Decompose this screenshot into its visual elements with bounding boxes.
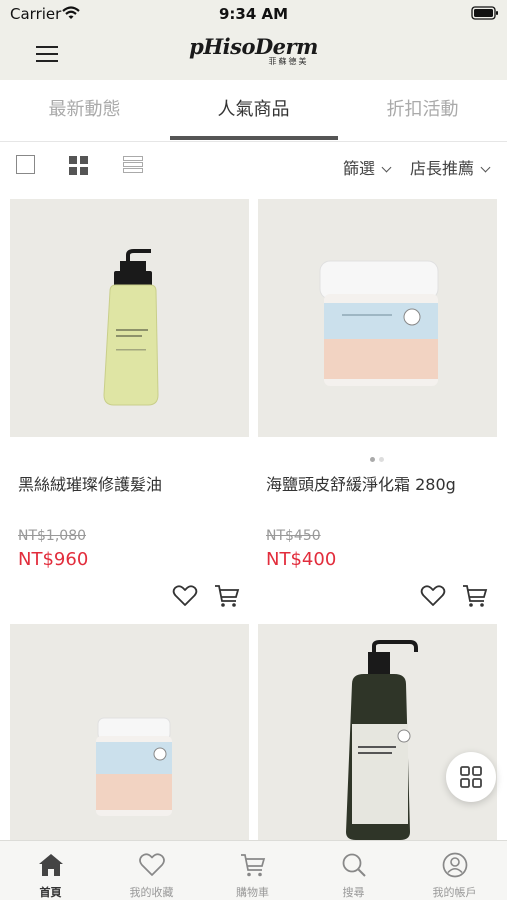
- cart-icon[interactable]: [213, 583, 241, 609]
- product-card[interactable]: 黑絲絨璀璨修護髮油 NT$1,080 NT$960: [10, 199, 249, 619]
- tab-indicator: [170, 136, 338, 140]
- list-view-icon[interactable]: [123, 156, 143, 174]
- brand-subtitle: 菲蘇德美: [268, 57, 309, 66]
- apps-grid-icon: [460, 766, 482, 788]
- nav-home[interactable]: 首頁: [0, 841, 101, 900]
- sort-button[interactable]: 店長推薦: [410, 155, 491, 179]
- heart-icon[interactable]: [172, 584, 198, 608]
- shampoo-bottle-image: [346, 640, 418, 840]
- account-icon: [442, 852, 468, 878]
- product-image[interactable]: [10, 624, 249, 840]
- original-price: NT$450: [266, 528, 321, 544]
- floating-menu-button[interactable]: [446, 752, 496, 802]
- filter-bar: 篩選 店長推薦: [0, 142, 507, 188]
- product-image[interactable]: [258, 624, 497, 840]
- scrub-jar-image: [319, 260, 439, 386]
- tab-latest[interactable]: 最新動態: [0, 80, 169, 142]
- tab-popular[interactable]: 人氣商品: [169, 80, 338, 142]
- sale-price: NT$960: [18, 549, 89, 570]
- nav-search[interactable]: 搜尋: [303, 841, 404, 900]
- product-card[interactable]: [258, 624, 497, 840]
- nav-account[interactable]: 我的帳戶: [404, 841, 505, 900]
- small-jar-image: [96, 717, 172, 816]
- heart-icon: [139, 853, 165, 876]
- chevron-down-icon: [381, 162, 392, 173]
- chevron-down-icon: [480, 162, 491, 173]
- tab-discount[interactable]: 折扣活動: [338, 80, 507, 142]
- status-time: 9:34 AM: [218, 5, 289, 23]
- brand-logo[interactable]: pHisoDerm 菲蘇德美: [0, 34, 507, 67]
- battery-icon: [471, 6, 498, 20]
- category-tabs: 最新動態 人氣商品 折扣活動: [0, 80, 507, 142]
- cart-icon: [241, 854, 266, 877]
- app-header: pHisoDerm 菲蘇德美: [0, 28, 507, 80]
- product-image[interactable]: [10, 199, 249, 437]
- product-card[interactable]: [10, 624, 249, 840]
- search-icon: [342, 853, 366, 877]
- sale-price: NT$400: [266, 549, 337, 570]
- product-image[interactable]: [258, 199, 497, 437]
- image-pagination-dots: [368, 447, 386, 466]
- filter-button[interactable]: 篩選: [343, 155, 392, 179]
- bottom-nav: 首頁 我的收藏 購物車 搜尋 我的帳戶: [0, 840, 507, 900]
- cart-icon[interactable]: [461, 583, 489, 609]
- product-card[interactable]: 海鹽頭皮舒緩淨化霜 280g NT$450 NT$400: [258, 199, 497, 619]
- grid-view-icon[interactable]: [69, 156, 88, 175]
- heart-icon[interactable]: [420, 584, 446, 608]
- status-bar: Carrier 9:34 AM: [0, 0, 507, 28]
- original-price: NT$1,080: [18, 528, 87, 544]
- product-name[interactable]: 黑絲絨璀璨修護髮油: [18, 471, 162, 495]
- nav-cart[interactable]: 購物車: [202, 841, 303, 900]
- single-view-icon[interactable]: [16, 155, 35, 174]
- product-name[interactable]: 海鹽頭皮舒緩淨化霜 280g: [266, 471, 456, 495]
- home-icon: [39, 854, 63, 876]
- product-grid: 黑絲絨璀璨修護髮油 NT$1,080 NT$960 海鹽頭皮舒緩淨化霜 280g…: [0, 188, 507, 840]
- nav-favorites[interactable]: 我的收藏: [101, 841, 202, 900]
- serum-bottle-image: [103, 249, 159, 406]
